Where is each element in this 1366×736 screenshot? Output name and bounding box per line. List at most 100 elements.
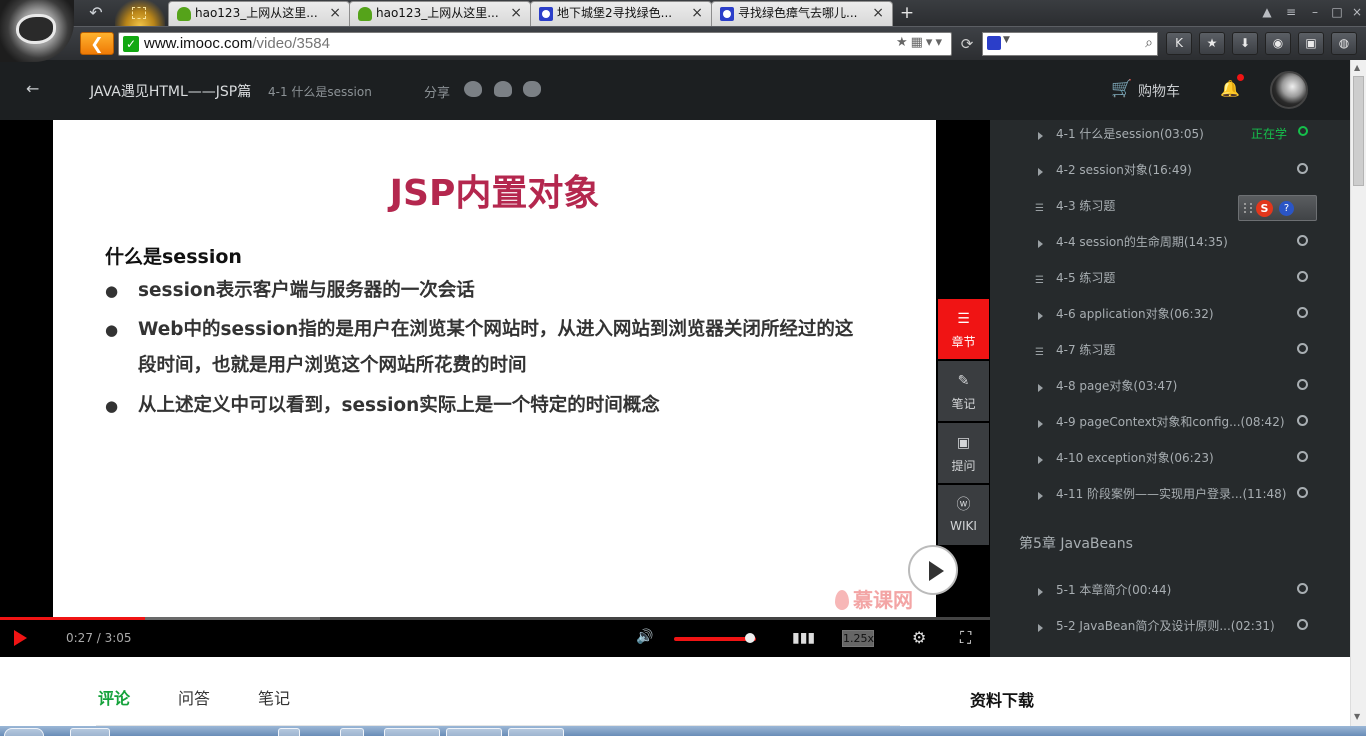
player-controls: 0:27 / 3:05 🔊 ▮▮▮ 1.25x ⚙ ⛶ [0, 620, 990, 657]
wiki-button[interactable]: ⓦ WIKI [938, 485, 989, 545]
play-arrow-icon [1038, 240, 1043, 248]
taskbar-item[interactable] [384, 728, 440, 736]
start-button[interactable] [4, 728, 44, 736]
slide-bullet: session表示客户端与服务器的一次会话 [105, 273, 905, 309]
scroll-down-icon[interactable]: ▼ [1354, 712, 1360, 721]
lesson-item[interactable]: 5-1 本章简介(00:44) [990, 578, 1350, 614]
skin-icon[interactable]: ▲ [1256, 2, 1278, 22]
chevron-down-icon[interactable]: ▼ [1003, 35, 1010, 45]
volume-knob[interactable] [745, 633, 755, 643]
cart-icon[interactable]: 🛒 [1111, 79, 1132, 99]
scroll-up-icon[interactable]: ▲ [1354, 63, 1360, 72]
lesson-item[interactable]: ☰ 4-7 练习题 [990, 338, 1350, 374]
bullet-line: 从上述定义中可以看到，session实际上是一个特定的时间概念 [138, 395, 660, 416]
taskbar-item[interactable] [340, 728, 364, 736]
browser-tab[interactable]: 寻找绿色瘴气去哪儿... × [711, 1, 893, 26]
lesson-item[interactable]: 4-4 session的生命周期(14:35) [990, 230, 1350, 266]
browser-tab[interactable]: hao123_上网从这里... × [168, 1, 350, 26]
lesson-item[interactable]: 4-11 阶段案例——实现用户登录...(11:48) [990, 482, 1350, 518]
close-window-icon[interactable]: × [1346, 2, 1366, 22]
taskbar-item[interactable] [508, 728, 564, 736]
close-tab-icon[interactable]: × [510, 2, 522, 25]
scrollbar-thumb[interactable] [1353, 76, 1364, 186]
gamepad-icon[interactable]: ◉ [1265, 32, 1291, 55]
wechat-icon[interactable] [464, 81, 482, 97]
volume-slider[interactable] [674, 637, 756, 641]
lesson-item[interactable]: 4-9 pageContext对象和config...(08:42) [990, 410, 1350, 446]
exercise-icon: ☰ [1035, 275, 1044, 286]
volume-icon[interactable]: 🔊 [636, 629, 653, 645]
refresh-icon[interactable]: ⟳ [955, 32, 979, 56]
lesson-item[interactable]: 4-2 session对象(16:49) [990, 158, 1350, 194]
notes-button[interactable]: ✎ 笔记 [938, 361, 989, 421]
undo-close-tab-icon[interactable]: ↶ [84, 3, 108, 23]
chapters-button[interactable]: ☰ 章节 [938, 299, 989, 359]
bell-icon[interactable]: 🔔 [1220, 79, 1240, 99]
maximize-icon[interactable]: □ [1326, 2, 1348, 22]
lesson-item[interactable]: 5-2 JavaBean简介及设计原则...(02:31) [990, 614, 1350, 650]
status-circle-icon [1297, 415, 1308, 426]
video-player[interactable]: JSP内置对象 什么是session session表示客户端与服务器的一次会话… [0, 120, 990, 657]
cart-link[interactable]: 购物车 [1138, 81, 1180, 101]
status-circle-icon [1297, 583, 1308, 594]
close-tab-icon[interactable]: × [872, 2, 884, 25]
active-tab-indicator[interactable] [115, 0, 165, 26]
search-input[interactable]: ▼ ⌕ [982, 32, 1158, 56]
drag-handle-icon[interactable] [1244, 203, 1252, 213]
weibo-icon[interactable] [523, 81, 541, 97]
gear-icon[interactable]: ⚙ [912, 628, 926, 647]
tab-qa[interactable]: 问答 [178, 685, 210, 709]
sogou-input-toolbar[interactable]: S ? [1238, 195, 1317, 221]
question-bubble-icon: ▣ [956, 435, 971, 451]
lesson-item[interactable]: 4-8 page对象(03:47) [990, 374, 1350, 410]
ask-question-button[interactable]: ▣ 提问 [938, 423, 989, 483]
tab-comments[interactable]: 评论 [98, 685, 130, 709]
taskbar-item[interactable] [446, 728, 502, 736]
taskbar-item[interactable] [70, 728, 110, 736]
back-button[interactable]: ❮ [80, 32, 114, 55]
tools-icon[interactable]: ◍ [1331, 32, 1357, 55]
download-icon[interactable]: ⬇ [1232, 32, 1258, 55]
back-arrow-icon[interactable]: ← [26, 79, 39, 98]
url-field[interactable]: ✓ www.imooc.com/video/3584 ★▦▾▾ [118, 32, 952, 56]
course-title[interactable]: JAVA遇见HTML——JSP篇 [90, 81, 251, 101]
help-icon[interactable]: ? [1279, 201, 1294, 216]
qq-icon[interactable] [494, 81, 512, 97]
hao123-icon [177, 7, 191, 21]
printer-icon[interactable]: ▣ [1298, 32, 1324, 55]
minimize-icon[interactable]: – [1304, 2, 1326, 22]
lesson-item[interactable]: 4-1 什么是session(03:05) 正在学 [990, 122, 1350, 158]
play-icon[interactable] [14, 630, 27, 646]
taskbar-item[interactable] [278, 728, 300, 736]
baidu-search-engine-icon[interactable] [987, 36, 1001, 50]
speed-selector[interactable]: 1.25x [842, 630, 874, 647]
tab-notes[interactable]: 笔记 [258, 685, 290, 709]
side-button-label: 章节 [951, 335, 976, 349]
quality-icon[interactable]: ▮▮▮ [792, 630, 815, 646]
kuaibo-icon[interactable]: K [1166, 32, 1192, 55]
close-tab-icon[interactable]: × [329, 2, 341, 25]
sogou-icon[interactable]: S [1256, 200, 1273, 217]
close-tab-icon[interactable]: × [691, 2, 703, 25]
avatar[interactable] [1270, 71, 1308, 109]
slide-bullet: Web中的session指的是用户在浏览某个网站时，从进入网站到浏览器关闭所经过… [105, 312, 905, 384]
fullscreen-icon[interactable]: ⛶ [960, 628, 971, 648]
lesson-item[interactable]: ☰ 4-5 练习题 [990, 266, 1350, 302]
browser-tab[interactable]: 地下城堡2寻找绿色... × [530, 1, 712, 26]
favorites-icon[interactable]: ★ [1199, 32, 1225, 55]
menu-icon[interactable]: ≡ [1280, 2, 1302, 22]
notification-dot [1237, 74, 1244, 81]
lesson-name: 4-10 exception对象(06:23) [1056, 451, 1214, 465]
lesson-item[interactable]: 4-6 application对象(06:32) [990, 302, 1350, 338]
page-scrollbar[interactable]: ▲ ▼ [1350, 60, 1366, 726]
baidu-icon [720, 7, 734, 21]
new-tab-button[interactable]: + [896, 1, 918, 25]
url-path: /video/3584 [252, 35, 330, 52]
search-icon[interactable]: ⌕ [1145, 35, 1153, 51]
blank-page-icon [132, 7, 146, 19]
windows-taskbar [0, 726, 1366, 736]
play-overlay-button[interactable] [908, 545, 958, 595]
browser-tab[interactable]: hao123_上网从这里... × [349, 1, 531, 26]
lesson-item[interactable]: 4-10 exception对象(06:23) [990, 446, 1350, 482]
url-tool-icons[interactable]: ★▦▾▾ [896, 35, 945, 50]
